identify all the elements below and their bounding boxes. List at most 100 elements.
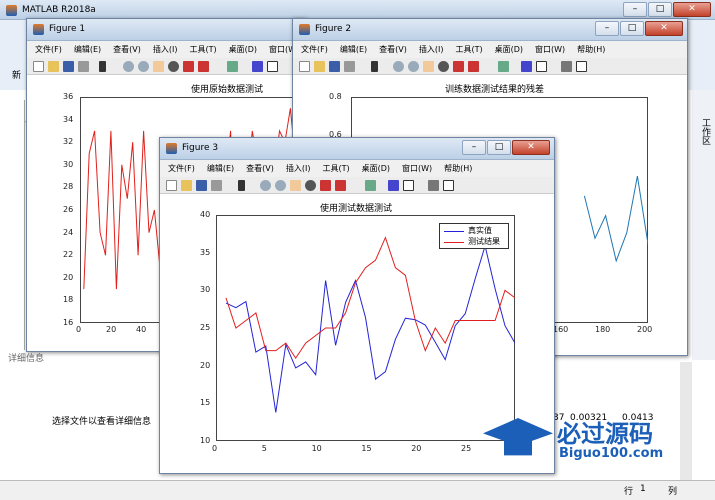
y-tick-label: 35 (200, 247, 211, 257)
legend-box[interactable]: 真实值 测试结果 (439, 223, 509, 249)
menu-file[interactable]: 文件(F) (168, 163, 195, 174)
edit-plot-icon[interactable] (371, 61, 378, 72)
menu-view[interactable]: 查看(V) (113, 44, 141, 55)
data-cursor-icon[interactable] (320, 180, 331, 191)
new-figure-icon[interactable] (299, 61, 310, 72)
menu-file[interactable]: 文件(F) (35, 44, 62, 55)
link-icon[interactable] (227, 61, 238, 72)
y-tick-label: 20 (200, 360, 211, 370)
open-icon[interactable] (48, 61, 59, 72)
legend-line-true (444, 231, 464, 232)
menu-edit[interactable]: 编辑(E) (340, 44, 367, 55)
menu-edit[interactable]: 编辑(E) (74, 44, 101, 55)
open-icon[interactable] (181, 180, 192, 191)
menu-help[interactable]: 帮助(H) (577, 44, 605, 55)
menu-file[interactable]: 文件(F) (301, 44, 328, 55)
brush-icon[interactable] (198, 61, 209, 72)
maximize-button[interactable]: □ (487, 140, 511, 155)
menu-tools[interactable]: 工具(T) (455, 44, 482, 55)
new-figure-icon[interactable] (166, 180, 177, 191)
zoom-in-icon[interactable] (393, 61, 404, 72)
colorbar-icon[interactable] (388, 180, 399, 191)
status-bar (0, 480, 715, 500)
save-icon[interactable] (196, 180, 207, 191)
link-icon[interactable] (365, 180, 376, 191)
print-icon[interactable] (78, 61, 89, 72)
pan-icon[interactable] (290, 180, 301, 191)
figure-1-titlebar[interactable]: Figure 1 (27, 19, 305, 41)
x-tick-label: 25 (461, 444, 472, 453)
print-icon[interactable] (211, 180, 222, 191)
zoom-in-icon[interactable] (123, 61, 134, 72)
zoom-out-icon[interactable] (275, 180, 286, 191)
menu-help[interactable]: 帮助(H) (444, 163, 472, 174)
open-icon[interactable] (314, 61, 325, 72)
y-tick-label: 28 (63, 182, 74, 192)
workspace-tab[interactable]: 工作区 (699, 118, 712, 145)
menu-window[interactable]: 窗口(W) (402, 163, 432, 174)
figure-2-titlebar[interactable]: Figure 2 – □ ✕ (293, 19, 687, 41)
edit-plot-icon[interactable] (99, 61, 106, 72)
y-tick-label: 25 (200, 323, 211, 332)
print-icon[interactable] (344, 61, 355, 72)
menu-desktop[interactable]: 桌面(D) (229, 44, 257, 55)
pan-icon[interactable] (153, 61, 164, 72)
figure-3-titlebar[interactable]: Figure 3 – □ ✕ (160, 138, 554, 160)
close-button[interactable]: ✕ (512, 140, 550, 155)
y-tick-label: 22 (63, 250, 74, 260)
zoom-out-icon[interactable] (408, 61, 419, 72)
data-cursor-icon[interactable] (453, 61, 464, 72)
hide-plot-tools-icon[interactable] (561, 61, 572, 72)
menu-tools[interactable]: 工具(T) (322, 163, 349, 174)
legend-icon[interactable] (267, 61, 278, 72)
brush-icon[interactable] (468, 61, 479, 72)
legend-icon[interactable] (403, 180, 414, 191)
edit-plot-icon[interactable] (238, 180, 245, 191)
x-tick-label: 0 (76, 325, 82, 334)
new-figure-icon[interactable] (33, 61, 44, 72)
minimize-button[interactable]: – (595, 21, 619, 36)
close-button[interactable]: ✕ (645, 21, 683, 36)
zoom-out-icon[interactable] (138, 61, 149, 72)
status-col-label: 列 (668, 487, 678, 497)
minimize-button[interactable]: – (623, 2, 647, 17)
x-tick-label: 20 (411, 444, 422, 453)
menu-edit[interactable]: 编辑(E) (207, 163, 234, 174)
menu-insert[interactable]: 插入(I) (286, 163, 311, 174)
menu-window[interactable]: 窗口(W) (535, 44, 565, 55)
rotate-icon[interactable] (305, 180, 316, 191)
figure-icon (299, 24, 310, 35)
legend-icon[interactable] (536, 61, 547, 72)
colorbar-icon[interactable] (521, 61, 532, 72)
rotate-icon[interactable] (168, 61, 179, 72)
menu-tools[interactable]: 工具(T) (189, 44, 216, 55)
save-icon[interactable] (329, 61, 340, 72)
link-icon[interactable] (498, 61, 509, 72)
show-plot-tools-icon[interactable] (576, 61, 587, 72)
menu-insert[interactable]: 插入(I) (419, 44, 444, 55)
menu-insert[interactable]: 插入(I) (153, 44, 178, 55)
brush-icon[interactable] (335, 180, 346, 191)
menu-desktop[interactable]: 桌面(D) (495, 44, 523, 55)
x-tick-label: 15 (361, 444, 372, 453)
menu-view[interactable]: 查看(V) (246, 163, 274, 174)
close-button[interactable]: ✕ (673, 2, 711, 17)
maximize-button[interactable]: □ (648, 2, 672, 17)
maximize-button[interactable]: □ (620, 21, 644, 36)
zoom-in-icon[interactable] (260, 180, 271, 191)
new-label[interactable]: 新 (12, 68, 21, 81)
menu-view[interactable]: 查看(V) (379, 44, 407, 55)
left-panel (0, 100, 25, 350)
save-icon[interactable] (63, 61, 74, 72)
y-tick-label: 20 (63, 272, 74, 282)
figure-3-menu: 文件(F) 编辑(E) 查看(V) 插入(I) 工具(T) 桌面(D) 窗口(W) 帮助(H) (160, 160, 554, 177)
colorbar-icon[interactable] (252, 61, 263, 72)
hide-plot-tools-icon[interactable] (428, 180, 439, 191)
pan-icon[interactable] (423, 61, 434, 72)
matlab-title: MATLAB R2018a (22, 5, 96, 15)
rotate-icon[interactable] (438, 61, 449, 72)
menu-desktop[interactable]: 桌面(D) (362, 163, 390, 174)
data-cursor-icon[interactable] (183, 61, 194, 72)
minimize-button[interactable]: – (462, 140, 486, 155)
show-plot-tools-icon[interactable] (443, 180, 454, 191)
